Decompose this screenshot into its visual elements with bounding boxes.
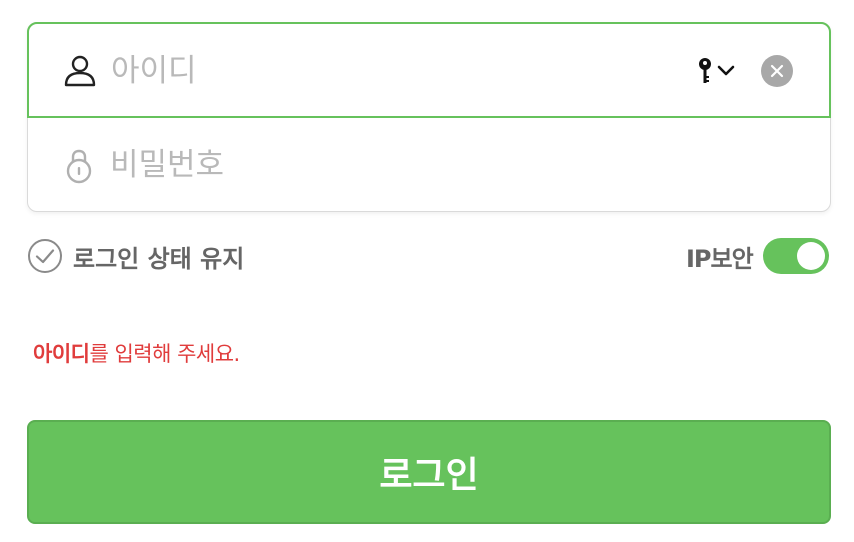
security-key-dropdown[interactable] bbox=[697, 56, 737, 86]
login-button[interactable]: 로그인 bbox=[27, 420, 831, 524]
login-credentials-box bbox=[27, 22, 831, 212]
close-icon bbox=[770, 64, 784, 78]
user-icon bbox=[64, 55, 96, 87]
password-field-container[interactable] bbox=[28, 118, 830, 211]
key-icon bbox=[699, 58, 711, 83]
error-message: 아이디를 입력해 주세요. bbox=[33, 338, 240, 368]
ip-security-label: IP보안 bbox=[686, 244, 754, 273]
keep-login-label: 로그인 상태 유지 bbox=[73, 244, 245, 273]
ip-security-toggle[interactable] bbox=[762, 238, 829, 274]
ip-security-control: IP보안 bbox=[686, 238, 829, 274]
id-field-container[interactable] bbox=[27, 22, 831, 118]
error-message-emphasis: 아이디 bbox=[33, 342, 90, 366]
error-message-text: 를 입력해 주세요. bbox=[89, 342, 240, 366]
password-input[interactable] bbox=[110, 140, 670, 190]
lock-icon bbox=[66, 149, 92, 184]
id-input[interactable] bbox=[111, 46, 671, 96]
check-circle-icon bbox=[28, 239, 62, 273]
clear-id-button[interactable] bbox=[761, 55, 793, 87]
toggle-knob bbox=[796, 242, 825, 270]
keep-login-checkbox[interactable]: 로그인 상태 유지 bbox=[27, 238, 244, 274]
chevron-down-icon bbox=[717, 65, 735, 76]
